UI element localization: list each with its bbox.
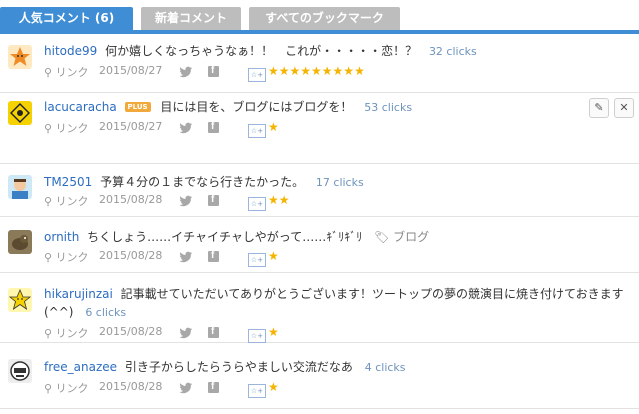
twitter-share-icon[interactable] (179, 121, 193, 135)
bookmark-date[interactable]: 2015/08/27 (99, 120, 162, 133)
add-star-icon[interactable]: ☆+ (248, 253, 266, 267)
facebook-share-icon[interactable]: f (208, 194, 219, 206)
comment-text: 目には目を、ブログにはブログを！ (160, 100, 353, 114)
list-item: lacucaracha PLUS 目には目を、ブログにはブログを！ 53 cli… (0, 92, 639, 164)
add-star-icon[interactable]: ☆+ (248, 68, 266, 82)
tab-popular-comments[interactable]: 人気コメント (6) (0, 7, 133, 30)
username-link[interactable]: ornith (44, 230, 79, 244)
twitter-share-icon[interactable] (179, 326, 193, 340)
bookmark-date[interactable]: 2015/08/28 (99, 380, 162, 393)
avatar[interactable] (8, 101, 32, 125)
comment-text: 記事載せていただいてありがとうございます！ツートップの夢の競演目に焼き付けておき… (44, 287, 624, 319)
star-rating[interactable]: ☆+ ★★ (248, 193, 290, 211)
comment-tabs: 人気コメント (6) 新着コメント すべてのブックマーク (0, 0, 639, 36)
tag-icon: 🏷 (374, 230, 390, 244)
avatar[interactable] (8, 230, 32, 254)
facebook-share-icon[interactable]: f (208, 121, 219, 133)
comment-text: 引き子からしたらうらやましい交流だなあ (124, 360, 353, 374)
username-link[interactable]: hitode99 (44, 44, 97, 58)
username-link[interactable]: lacucaracha (44, 100, 117, 114)
add-star-icon[interactable]: ☆+ (248, 384, 266, 398)
bookmark-date[interactable]: 2015/08/28 (99, 249, 162, 262)
click-count[interactable]: 4 clicks (365, 361, 406, 374)
add-star-icon[interactable]: ☆+ (248, 329, 266, 343)
twitter-share-icon[interactable] (179, 381, 193, 395)
click-count[interactable]: 17 clicks (316, 176, 364, 189)
permalink[interactable]: ⚲ リンク (44, 193, 89, 209)
avatar[interactable] (8, 359, 32, 383)
permalink[interactable]: ⚲ リンク (44, 380, 89, 396)
permalink[interactable]: ⚲ リンク (44, 120, 89, 136)
star-rating[interactable]: ☆+ ★★★★★★★★★ (248, 64, 365, 82)
avatar[interactable] (8, 175, 32, 199)
username-link[interactable]: hikarujinzai (44, 287, 113, 301)
facebook-share-icon[interactable]: f (208, 65, 219, 77)
click-count[interactable]: 53 clicks (364, 101, 412, 114)
comment-text: ちくしょう……イチャイチャしやがって……ｷﾞﾘｷﾞﾘ (87, 230, 363, 244)
list-item: TM2501 予算４分の１までなら行きたかった。 17 clicks ⚲ リンク… (0, 163, 639, 217)
tab-all-bookmarks[interactable]: すべてのブックマーク (249, 7, 400, 30)
username-link[interactable]: free_anazee (44, 360, 117, 374)
comment-text: 予算４分の１までなら行きたかった。 (100, 175, 305, 189)
click-count[interactable]: 6 clicks (85, 306, 126, 319)
list-item: hitode99 何か嬉しくなっちゃうなぁ！！ これが・・・・・恋！？ 32 c… (0, 36, 639, 93)
bookmark-date[interactable]: 2015/08/28 (99, 325, 162, 338)
permalink[interactable]: ⚲ リンク (44, 64, 89, 80)
add-star-icon[interactable]: ☆+ (248, 124, 266, 138)
list-item: ornith ちくしょう……イチャイチャしやがって……ｷﾞﾘｷﾞﾘ 🏷 ブログ … (0, 216, 639, 273)
star-rating[interactable]: ☆+ ★ (248, 249, 279, 267)
avatar[interactable] (8, 288, 32, 312)
permalink[interactable]: ⚲ リンク (44, 325, 89, 341)
twitter-share-icon[interactable] (179, 194, 193, 208)
click-count[interactable]: 32 clicks (429, 45, 477, 58)
twitter-share-icon[interactable] (179, 250, 193, 264)
star-rating[interactable]: ☆+ ★ (248, 380, 279, 398)
edit-icon[interactable]: ✎ (589, 98, 609, 118)
tab-new-comments[interactable]: 新着コメント (141, 7, 241, 30)
comment-text: 何か嬉しくなっちゃうなぁ！！ これが・・・・・恋！？ (105, 44, 418, 58)
star-rating[interactable]: ☆+ ★ (248, 325, 279, 343)
tab-underline (0, 30, 639, 34)
plus-badge: PLUS (124, 102, 151, 112)
list-item: free_anazee 引き子からしたらうらやましい交流だなあ 4 clicks… (0, 342, 639, 409)
bookmark-date[interactable]: 2015/08/28 (99, 193, 162, 206)
facebook-share-icon[interactable]: f (208, 381, 219, 393)
add-star-icon[interactable]: ☆+ (248, 197, 266, 211)
permalink[interactable]: ⚲ リンク (44, 249, 89, 265)
username-link[interactable]: TM2501 (44, 175, 92, 189)
twitter-share-icon[interactable] (179, 65, 193, 79)
bookmark-date[interactable]: 2015/08/27 (99, 64, 162, 77)
avatar[interactable] (8, 45, 32, 69)
facebook-share-icon[interactable]: f (208, 250, 219, 262)
close-icon[interactable]: ✕ (614, 98, 634, 118)
tag-label[interactable]: 🏷 ブログ (374, 230, 429, 244)
star-rating[interactable]: ☆+ ★ (248, 120, 279, 138)
list-item: hikarujinzai 記事載せていただいてありがとうございます！ツートップの… (0, 272, 639, 343)
facebook-share-icon[interactable]: f (208, 326, 219, 338)
